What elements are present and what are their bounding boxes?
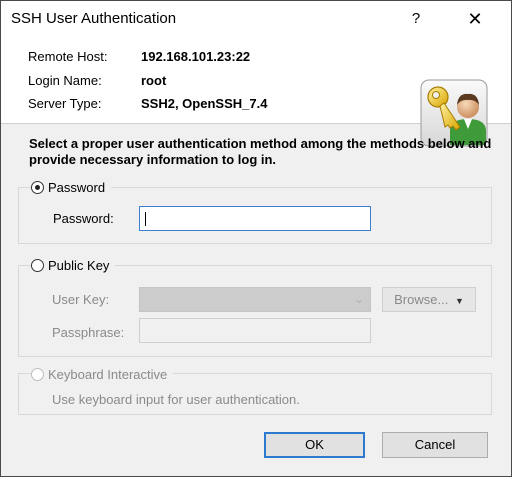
passphrase-input[interactable] xyxy=(139,318,371,343)
ssh-auth-dialog: SSH User Authentication ? ✕ Remote Host:… xyxy=(0,0,512,477)
keyboard-interactive-radio[interactable] xyxy=(31,368,44,381)
server-type-label: Server Type: xyxy=(28,96,102,111)
password-input[interactable] xyxy=(139,206,371,231)
passphrase-label: Passphrase: xyxy=(52,325,125,340)
user-key-label: User Key: xyxy=(52,292,110,307)
window-title: SSH User Authentication xyxy=(11,10,177,27)
user-key-select[interactable]: ⌄ xyxy=(139,287,371,312)
public-key-option-label: Public Key xyxy=(48,258,110,273)
public-key-option[interactable]: Public Key xyxy=(31,258,116,273)
password-radio[interactable] xyxy=(31,181,44,194)
remote-host-value: 192.168.101.23:22 xyxy=(141,49,251,64)
password-option-label: Password xyxy=(48,180,106,195)
text-caret xyxy=(145,212,146,226)
title-bar[interactable]: SSH User Authentication ? ✕ xyxy=(1,1,511,37)
help-icon[interactable]: ? xyxy=(401,5,431,33)
keyboard-interactive-description: Use keyboard input for user authenticati… xyxy=(52,392,300,407)
browse-button-label: Browse... xyxy=(394,292,449,307)
dropdown-arrow-icon: ▼ xyxy=(454,296,464,306)
close-icon[interactable]: ✕ xyxy=(460,5,490,33)
browse-button[interactable]: Browse... ▼ xyxy=(382,287,476,312)
keyboard-interactive-option[interactable]: Keyboard Interactive xyxy=(31,367,174,382)
ok-button[interactable]: OK xyxy=(264,432,365,458)
login-name-label: Login Name: xyxy=(28,73,102,88)
public-key-radio[interactable] xyxy=(31,259,44,272)
server-type-value: SSH2, OpenSSH_7.4 xyxy=(141,96,268,111)
instruction-text: Select a proper user authentication meth… xyxy=(29,136,492,167)
remote-host-label: Remote Host: xyxy=(28,49,108,64)
connection-info: Remote Host: 192.168.101.23:22 Login Nam… xyxy=(1,37,511,147)
password-field-label: Password: xyxy=(53,211,114,226)
password-option[interactable]: Password xyxy=(31,180,112,195)
chevron-down-icon: ⌄ xyxy=(353,292,364,306)
keyboard-interactive-label: Keyboard Interactive xyxy=(48,367,168,382)
cancel-button[interactable]: Cancel xyxy=(382,432,488,458)
login-name-value: root xyxy=(141,73,167,88)
